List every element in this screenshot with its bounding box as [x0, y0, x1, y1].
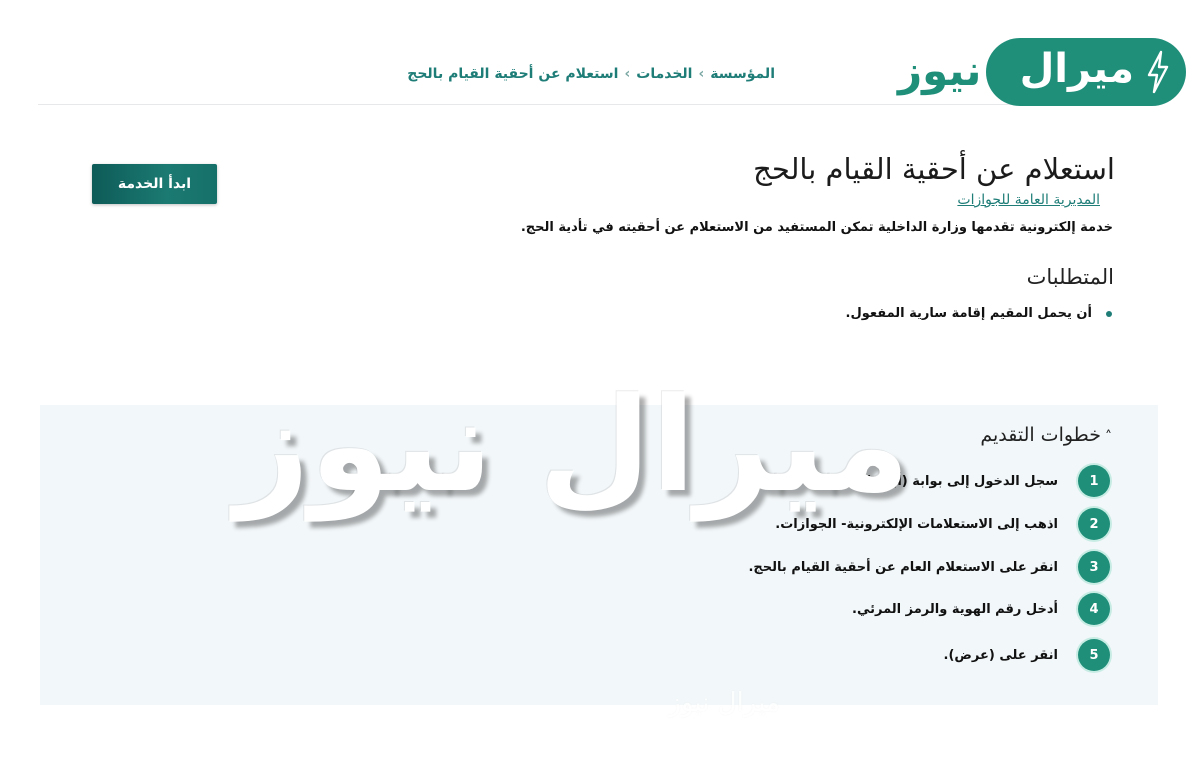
step-number-badge: 5 [1078, 639, 1110, 671]
step-item: 2 اذهب إلى الاستعلامات الإلكترونية- الجو… [775, 506, 1110, 542]
caret-up-icon: ˄ [1105, 429, 1112, 445]
step-item: 3 انقر على الاستعلام العام عن أحقية القي… [748, 549, 1110, 585]
step-text: أدخل رقم الهوية والرمز المرئي. [852, 601, 1058, 617]
breadcrumb-separator: › [698, 66, 705, 82]
breadcrumb-separator: › [624, 66, 631, 82]
brand-name-part-1: ميرال [1019, 46, 1134, 92]
brand-logo[interactable]: ميرال نيوز [898, 38, 1186, 106]
brand-pill: ميرال [986, 38, 1186, 106]
step-number-badge: 1 [1078, 465, 1110, 497]
step-text: انقر على (عرض). [943, 647, 1058, 663]
step-number-badge: 2 [1078, 508, 1110, 540]
step-item: 5 انقر على (عرض). [944, 637, 1110, 673]
steps-accordion-header[interactable]: ˄خطوات التقديم [980, 424, 1112, 446]
service-description: خدمة إلكترونية تقدمها وزارة الداخلية تمك… [520, 220, 1113, 235]
steps-heading: خطوات التقديم [980, 424, 1101, 446]
breadcrumb-item-institution[interactable]: المؤسسة [710, 66, 775, 82]
agency-link[interactable]: المديرية العامة للجوازات [957, 192, 1100, 208]
page-title: استعلام عن أحقية القيام بالحج [753, 152, 1115, 186]
step-number-badge: 3 [1078, 551, 1110, 583]
bullet-icon [1106, 310, 1112, 317]
requirements-heading: المتطلبات [1026, 265, 1114, 289]
brand-name-part-2: نيوز [898, 46, 982, 95]
lightning-bolt-icon [1147, 50, 1169, 94]
breadcrumb-item-services[interactable]: الخدمات [636, 66, 692, 82]
step-text: اذهب إلى الاستعلامات الإلكترونية- الجواز… [775, 516, 1058, 532]
step-text: سجل الدخول إلى بوابة (أبشر). [860, 473, 1058, 489]
step-item: 1 سجل الدخول إلى بوابة (أبشر). [860, 463, 1110, 499]
start-service-button[interactable]: ابدأ الخدمة [92, 164, 217, 204]
step-item: 4 أدخل رقم الهوية والرمز المرئي. [852, 591, 1110, 627]
requirement-text: أن يحمل المقيم إقامة سارية المفعول. [845, 306, 1092, 321]
breadcrumb: المؤسسة › الخدمات › استعلام عن أحقية القيام … [407, 66, 775, 82]
requirement-item: أن يحمل المقيم إقامة سارية المفعول. [846, 306, 1112, 321]
step-text: انقر على الاستعلام العام عن أحقية القيام… [748, 559, 1058, 575]
breadcrumb-item-current: استعلام عن أحقية القيام بالحج [407, 66, 619, 82]
step-number-badge: 4 [1078, 593, 1110, 625]
